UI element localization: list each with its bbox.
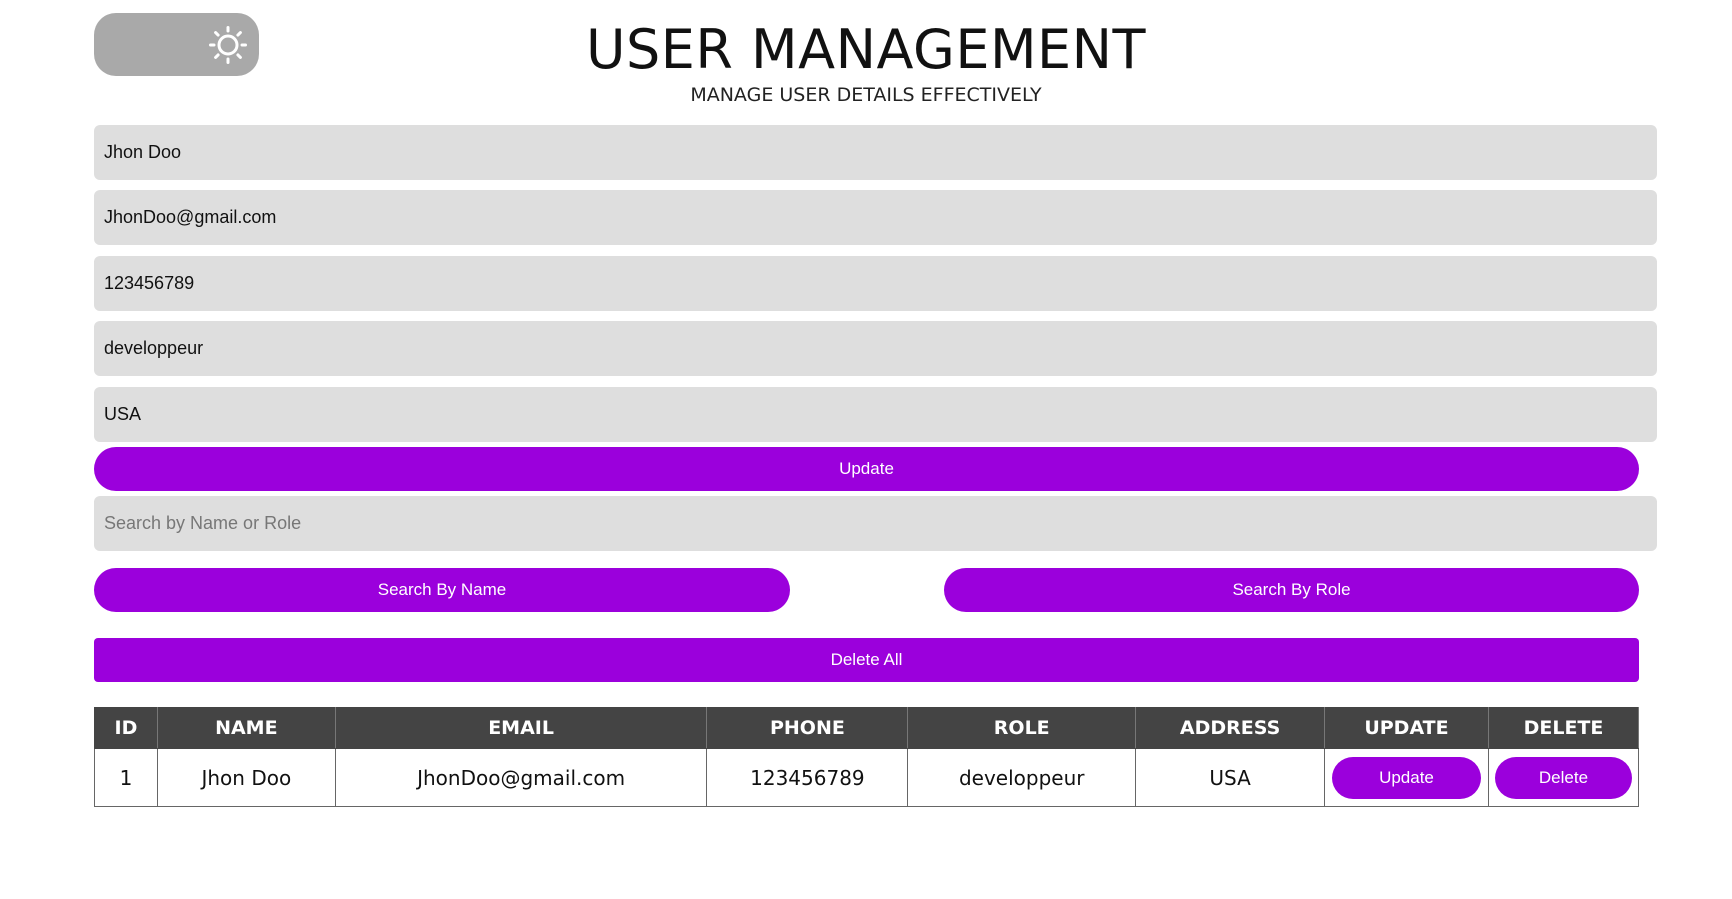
search-input[interactable] [94, 496, 1657, 551]
cell-role: developpeur [907, 748, 1137, 807]
user-management-page: USER MANAGEMENT MANAGE USER DETAILS EFFE… [0, 0, 1732, 899]
email-input[interactable] [94, 190, 1657, 245]
update-button[interactable]: Update [94, 447, 1639, 491]
phone-input[interactable] [94, 256, 1657, 311]
table-row: 1 Jhon Doo JhonDoo@gmail.com 123456789 d… [94, 748, 1640, 807]
search-by-role-button[interactable]: Search By Role [944, 568, 1639, 612]
table-header-row: ID NAME EMAIL PHONE ROLE ADDRESS UPDATE … [94, 707, 1640, 749]
delete-all-button[interactable]: Delete All [94, 638, 1639, 682]
cell-name: Jhon Doo [156, 748, 336, 807]
row-delete-button[interactable]: Delete [1494, 756, 1632, 799]
column-header-id: ID [94, 707, 158, 749]
cell-phone: 123456789 [706, 748, 909, 807]
page-title: USER MANAGEMENT [585, 18, 1147, 81]
page-subtitle: MANAGE USER DETAILS EFFECTIVELY [690, 84, 1042, 106]
cell-delete: Delete [1487, 748, 1640, 807]
cell-email: JhonDoo@gmail.com [334, 748, 708, 807]
address-input[interactable] [94, 387, 1657, 442]
cell-update: Update [1324, 748, 1489, 807]
role-input[interactable] [94, 321, 1657, 376]
column-header-delete: DELETE [1487, 707, 1640, 749]
column-header-address: ADDRESS [1135, 707, 1325, 749]
column-header-email: EMAIL [334, 707, 708, 749]
name-input[interactable] [94, 125, 1657, 180]
cell-id: 1 [94, 748, 158, 807]
column-header-name: NAME [156, 707, 336, 749]
column-header-phone: PHONE [706, 707, 909, 749]
users-table: ID NAME EMAIL PHONE ROLE ADDRESS UPDATE … [94, 707, 1640, 807]
column-header-role: ROLE [907, 707, 1137, 749]
search-by-name-button[interactable]: Search By Name [94, 568, 790, 612]
cell-address: USA [1135, 748, 1325, 807]
column-header-update: UPDATE [1324, 707, 1489, 749]
row-update-button[interactable]: Update [1331, 756, 1481, 799]
